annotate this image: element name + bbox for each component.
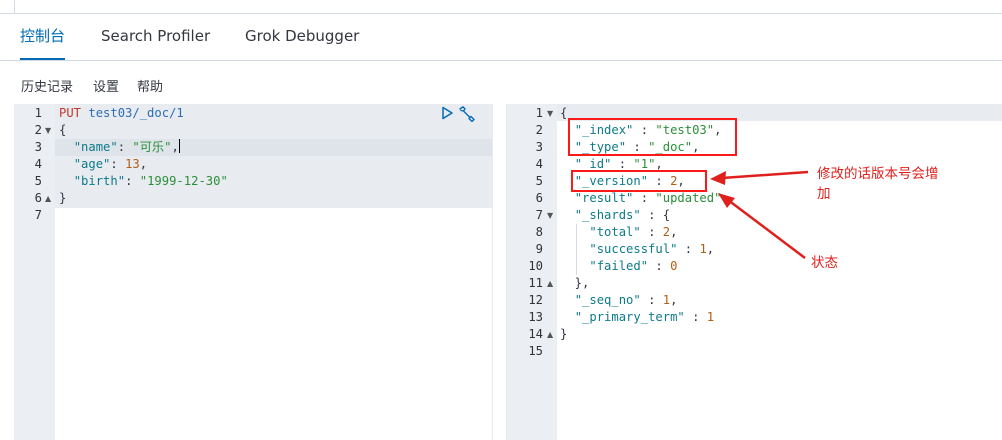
status-note: 状态 — [811, 255, 838, 271]
response-line-number: 4 — [535, 157, 543, 171]
request-line-4: "age": 13, — [73, 157, 148, 171]
json-key: "result" — [574, 191, 634, 205]
json-key: "total" — [589, 225, 641, 239]
response-open-brace: { — [560, 106, 568, 120]
json-string: "1999-12-30" — [139, 174, 228, 188]
request-line-number: 6 — [34, 191, 42, 205]
menu-settings[interactable]: 设置 — [93, 76, 119, 95]
json-key: "_shards" — [574, 208, 641, 222]
json-number: 1 — [699, 242, 707, 256]
fold-close-icon[interactable]: ▲ — [547, 275, 553, 292]
menu-help[interactable]: 帮助 — [137, 76, 163, 95]
tab-console[interactable]: 控制台 — [20, 14, 66, 60]
json-number: 2 — [662, 225, 671, 239]
request-method: PUT — [59, 106, 82, 120]
response-line-number: 12 — [528, 293, 543, 307]
json-key: "name" — [73, 140, 118, 154]
version-note-line-1: 修改的话版本号会增 — [817, 166, 939, 182]
request-line-number: 2 — [34, 123, 42, 137]
request-line-5: "birth": "1999-12-30" — [73, 174, 228, 188]
request-line-number: 1 — [34, 106, 42, 120]
response-line-number: 13 — [528, 310, 543, 324]
request-line-1: PUT test03/_doc/1 — [59, 105, 184, 122]
json-key: "failed" — [589, 259, 649, 273]
request-line-3: "name": "可乐", — [73, 139, 180, 154]
response-line-number: 7 — [535, 208, 543, 222]
request-line-number: 5 — [34, 174, 42, 188]
response-line-number: 11 — [528, 276, 543, 290]
response-line-number: 1 — [535, 106, 543, 120]
response-line-number: 10 — [528, 259, 543, 273]
response-line-number: 3 — [535, 140, 543, 154]
response-line-7: "_shards" : { — [574, 208, 671, 222]
fold-open-icon[interactable]: ▼ — [547, 207, 553, 224]
json-number: 1 — [706, 310, 715, 324]
top-bar — [0, 0, 1002, 14]
response-line-number: 8 — [535, 225, 543, 239]
json-number: 1 — [662, 293, 671, 307]
response-line-6: "result" : "updated", — [574, 191, 729, 205]
top-bar-divider — [14, 0, 15, 13]
json-key: "_primary_term" — [574, 310, 685, 324]
json-key: "_id" — [574, 157, 612, 171]
play-icon[interactable] — [440, 106, 454, 120]
response-line-number: 9 — [535, 242, 543, 256]
response-line-13: "_primary_term" : 1 — [574, 310, 715, 324]
json-key: "birth" — [73, 174, 126, 188]
request-path: test03/_doc/1 — [88, 106, 184, 120]
response-line-11: }, — [560, 276, 590, 290]
json-string: "updated" — [655, 191, 722, 205]
response-line-number: 5 — [535, 174, 543, 188]
response-line-number: 2 — [535, 123, 543, 137]
tab-grok-debugger[interactable]: Grok Debugger — [245, 14, 359, 58]
panel-resizer[interactable] — [492, 104, 507, 440]
request-line-number: 4 — [34, 157, 42, 171]
fold-close-icon[interactable]: ▲ — [547, 326, 553, 343]
request-line-number: 3 — [34, 140, 42, 154]
menu-history[interactable]: 历史记录 — [21, 76, 73, 95]
response-line-12: "_seq_no" : 1, — [574, 293, 678, 307]
json-key: "age" — [73, 157, 111, 171]
json-string: "可乐" — [132, 140, 172, 154]
fold-open-icon[interactable]: ▼ — [45, 122, 51, 139]
json-number: 0 — [670, 259, 678, 273]
wrench-icon[interactable] — [458, 106, 476, 122]
response-line-number: 6 — [535, 191, 543, 205]
text-cursor — [178, 139, 180, 153]
request-line-number: 7 — [34, 208, 42, 222]
version-note: 修改的话版本号会增 加 — [817, 164, 939, 204]
tab-bar: 控制台 Search Profiler Grok Debugger — [0, 14, 1002, 61]
request-open-brace: { — [59, 123, 67, 137]
fold-open-icon[interactable]: ▼ — [547, 105, 553, 122]
json-string: "1" — [633, 157, 656, 171]
fold-close-icon[interactable]: ▲ — [45, 190, 51, 207]
response-line-10: "failed" : 0 — [589, 259, 678, 273]
index-type-highlight-box — [568, 118, 737, 156]
version-note-line-2: 加 — [817, 186, 831, 202]
response-line-number: 15 — [528, 344, 543, 358]
response-line-number: 14 — [528, 327, 543, 341]
response-line-8: "total" : 2, — [589, 225, 678, 239]
version-highlight-box — [571, 170, 707, 192]
tab-search-profiler[interactable]: Search Profiler — [101, 14, 210, 58]
response-line-9: "successful" : 1, — [589, 242, 715, 256]
json-key: "_seq_no" — [574, 293, 641, 307]
request-close-brace: } — [59, 191, 67, 205]
json-number: 13 — [125, 157, 140, 171]
json-key: "successful" — [589, 242, 678, 256]
response-close-brace: } — [560, 327, 568, 341]
